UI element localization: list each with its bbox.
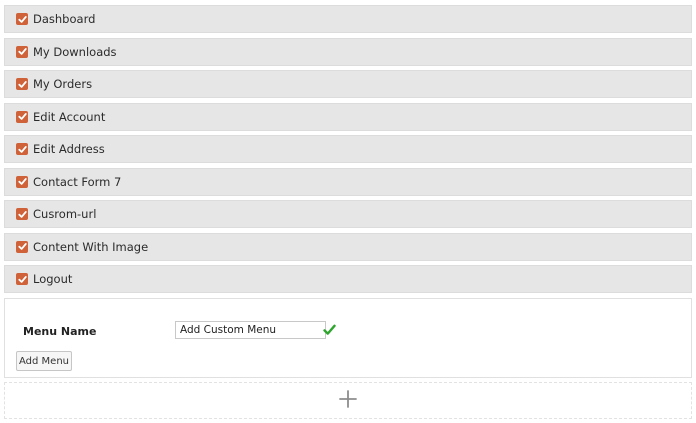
checkbox-checked-icon[interactable] [16,240,28,253]
checkbox-checked-icon[interactable] [16,13,28,25]
checkbox-checked-icon[interactable] [16,208,28,220]
menu-item-label: Edit Address [33,142,105,156]
menu-item-label: Edit Account [33,109,106,124]
menu-item-edit-account[interactable]: Edit Account [4,102,692,131]
checkbox-checked-icon[interactable] [16,110,28,123]
checkbox-checked-icon[interactable] [16,78,28,90]
menu-editor: Dashboard My Downloads My Orders Edit Ac… [0,0,696,423]
menu-item-content-with-image[interactable]: Content With Image [4,232,692,261]
checkbox-checked-icon[interactable] [16,175,28,188]
menu-item-label: My Downloads [33,44,117,59]
menu-item-label: Logout [33,272,73,286]
plus-icon[interactable] [339,389,357,412]
menu-item-label: Cusrom-url [33,207,97,221]
add-item-zone[interactable] [4,382,692,419]
add-menu-form: Menu Name Add Menu [4,298,692,378]
menu-item-list: Dashboard My Downloads My Orders Edit Ac… [4,5,692,298]
menu-item-dashboard[interactable]: Dashboard [4,5,692,33]
menu-item-label: Dashboard [33,12,96,26]
menu-item-my-orders[interactable]: My Orders [4,70,692,98]
menu-name-label: Menu Name [23,325,97,338]
menu-item-cusrom-url[interactable]: Cusrom-url [4,200,692,228]
menu-item-logout[interactable]: Logout [4,265,692,293]
menu-item-label: Contact Form 7 [33,174,122,189]
checkbox-checked-icon[interactable] [16,143,28,155]
menu-name-input[interactable] [175,321,326,339]
menu-item-edit-address[interactable]: Edit Address [4,135,692,163]
checkbox-checked-icon[interactable] [16,45,28,58]
checkmark-icon [323,321,336,340]
menu-item-label: My Orders [33,77,93,91]
menu-item-label: Content With Image [33,239,149,254]
menu-item-my-downloads[interactable]: My Downloads [4,37,692,66]
checkbox-checked-icon[interactable] [16,273,28,285]
add-menu-button[interactable]: Add Menu [16,351,72,371]
menu-item-contact-form-7[interactable]: Contact Form 7 [4,167,692,196]
